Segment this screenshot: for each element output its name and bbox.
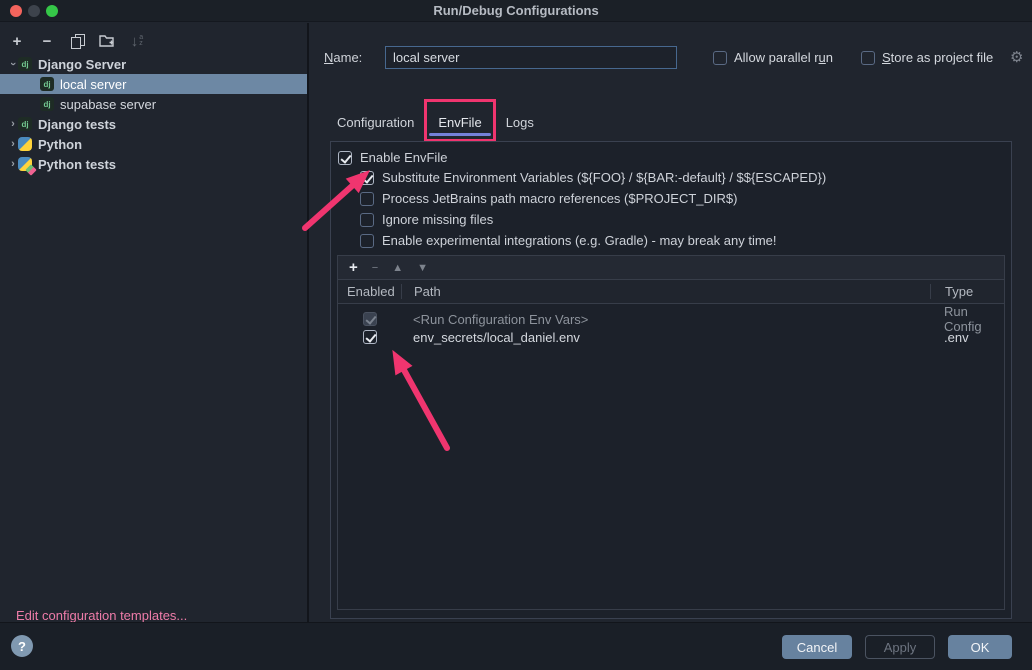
active-tab-underline [429,133,490,136]
tab-label: EnvFile [438,115,481,130]
new-folder-icon[interactable] [98,32,116,50]
substitute-env-vars-checkbox[interactable] [360,171,374,185]
tree-item-python[interactable]: › Python [0,134,307,154]
row-path: <Run Configuration Env Vars> [401,312,930,327]
env-files-table-toolbar: + − ▲ ▼ [338,256,1004,280]
remove-env-file-icon[interactable]: − [372,262,378,274]
store-as-project-file-label: Store as project file [882,50,993,65]
help-icon[interactable]: ? [11,635,33,657]
process-path-macro-option[interactable]: Process JetBrains path macro references … [360,191,737,206]
tree-item-django-tests[interactable]: › dj Django tests [0,114,307,134]
configuration-tree: › dj Django Server dj local server dj su… [0,54,307,174]
cancel-button[interactable]: Cancel [782,635,852,659]
sidebar-toolbar: + − ↓ az [0,28,146,54]
column-header-type[interactable]: Type [930,284,1004,299]
remove-configuration-icon[interactable]: − [38,32,56,50]
tree-item-label: local server [60,77,126,92]
row-type: .env [930,330,1004,345]
gear-icon[interactable]: ⚙ [1010,48,1023,66]
add-configuration-icon[interactable]: + [8,32,26,50]
name-input[interactable] [385,46,677,69]
add-env-file-icon[interactable]: + [349,259,358,276]
run-debug-configurations-dialog: Run/Debug Configurations + − ↓ az › dj D… [0,0,1032,670]
apply-button: Apply [865,635,935,659]
allow-parallel-run-option[interactable]: Allow parallel run [713,50,833,65]
column-header-path[interactable]: Path [401,284,930,299]
tree-item-label: supabase server [60,97,156,112]
row-path: env_secrets/local_daniel.env [401,330,930,345]
tree-item-local-server[interactable]: dj local server [0,74,307,94]
allow-parallel-run-label: Allow parallel run [734,50,833,65]
move-down-icon[interactable]: ▼ [417,262,428,274]
dialog-footer: ? Cancel Apply OK [0,622,1032,670]
django-icon: dj [18,57,32,71]
sort-configurations-icon[interactable]: ↓ az [128,32,146,50]
ignore-missing-files-option[interactable]: Ignore missing files [360,212,493,227]
chevron-right-icon[interactable]: › [8,118,18,130]
row-enabled-checkbox [363,312,377,326]
table-row-env-secrets-file[interactable]: env_secrets/local_daniel.env .env [338,326,1004,348]
store-as-project-file-option[interactable]: Store as project file [861,50,993,65]
envfile-tab-panel: Enable EnvFile Substitute Environment Va… [330,141,1012,619]
chevron-right-icon[interactable]: › [8,158,18,170]
substitute-env-vars-option[interactable]: Substitute Environment Variables (${FOO}… [360,170,826,185]
tab-envfile[interactable]: EnvFile [426,103,493,141]
ok-button[interactable]: OK [948,635,1012,659]
column-header-enabled[interactable]: Enabled [338,284,401,299]
env-files-table: + − ▲ ▼ Enabled Path Type <Run Configura… [337,255,1005,610]
title-bar: Run/Debug Configurations [0,0,1032,22]
ignore-missing-files-checkbox[interactable] [360,213,374,227]
enable-envfile-checkbox[interactable] [338,151,352,165]
python-icon [18,137,32,151]
store-as-project-file-checkbox[interactable] [861,51,875,65]
tab-label: Logs [506,115,534,130]
table-header: Enabled Path Type [338,280,1004,304]
tree-item-label: Django tests [38,117,116,132]
window-title: Run/Debug Configurations [0,3,1032,18]
process-path-macro-checkbox[interactable] [360,192,374,206]
tree-item-python-tests[interactable]: › Python tests [0,154,307,174]
django-icon: dj [40,97,54,111]
checkbox-label: Enable experimental integrations (e.g. G… [382,233,777,248]
django-icon: dj [40,77,54,91]
experimental-integrations-option[interactable]: Enable experimental integrations (e.g. G… [360,233,777,248]
tree-item-supabase-server[interactable]: dj supabase server [0,94,307,114]
tree-item-django-server[interactable]: › dj Django Server [0,54,307,74]
enable-envfile-option[interactable]: Enable EnvFile [338,150,447,165]
python-tests-icon [18,157,32,171]
tree-item-label: Django Server [38,57,126,72]
tab-logs[interactable]: Logs [494,103,546,141]
checkbox-label: Process JetBrains path macro references … [382,191,737,206]
tab-configuration[interactable]: Configuration [325,103,426,141]
django-tests-icon: dj [18,117,32,131]
name-label: Name: [324,50,362,65]
tree-item-label: Python tests [38,157,116,172]
table-row-run-config-env-vars[interactable]: <Run Configuration Env Vars> Run Config [338,304,1004,326]
tree-item-label: Python [38,137,82,152]
configuration-editor: Name: Allow parallel run Store as projec… [309,23,1032,622]
move-up-icon[interactable]: ▲ [392,262,403,274]
tab-bar: Configuration EnvFile Logs [325,103,546,141]
checkbox-label: Substitute Environment Variables (${FOO}… [382,170,826,185]
experimental-integrations-checkbox[interactable] [360,234,374,248]
allow-parallel-run-checkbox[interactable] [713,51,727,65]
tab-label: Configuration [337,115,414,130]
configurations-sidebar: + − ↓ az › dj Django Server dj local ser… [0,23,307,622]
checkbox-label: Enable EnvFile [360,150,447,165]
chevron-right-icon[interactable]: › [8,138,18,150]
edit-configuration-templates-link[interactable]: Edit configuration templates... [16,608,187,623]
checkbox-label: Ignore missing files [382,212,493,227]
row-enabled-checkbox[interactable] [363,330,377,344]
copy-configuration-icon[interactable] [68,32,86,50]
